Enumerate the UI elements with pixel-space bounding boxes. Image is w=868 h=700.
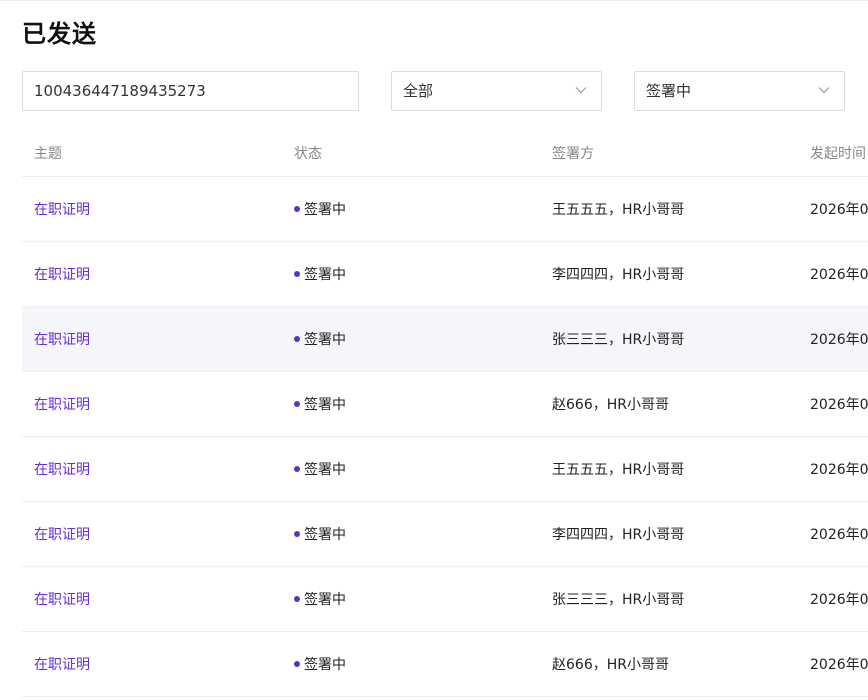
page-title: 已发送	[22, 20, 97, 48]
subject-link[interactable]: 在职证明	[34, 589, 90, 609]
documents-table: 主题 状态 签署方 发起时间 在职证明 签署中 王五五五，HR小哥哥 2026年…	[22, 130, 868, 697]
signer-text: 张三三三，HR小哥哥	[552, 592, 685, 608]
time-text: 2026年05	[810, 462, 868, 478]
table-row[interactable]: 在职证明 签署中 王五五五，HR小哥哥 2026年05	[22, 177, 868, 242]
header-subject: 主题	[34, 146, 62, 162]
status-dot-icon	[294, 401, 300, 407]
type-select-value: 全部	[403, 82, 434, 100]
signer-text: 赵666，HR小哥哥	[552, 657, 669, 673]
subject-link[interactable]: 在职证明	[34, 654, 90, 674]
status-dot-icon	[294, 271, 300, 277]
time-text: 2026年05	[810, 657, 868, 673]
type-select[interactable]: 全部	[391, 71, 602, 111]
subject-link[interactable]: 在职证明	[34, 459, 90, 479]
signer-text: 王五五五，HR小哥哥	[552, 202, 685, 218]
status-dot-icon	[294, 206, 300, 212]
subject-link[interactable]: 在职证明	[34, 199, 90, 219]
search-field[interactable]	[22, 71, 359, 111]
subject-link[interactable]: 在职证明	[34, 524, 90, 544]
status-text: 签署中	[304, 202, 346, 218]
time-text: 2026年05	[810, 267, 868, 283]
header-time: 发起时间	[810, 146, 866, 162]
table-row[interactable]: 在职证明 签署中 张三三三，HR小哥哥 2026年05	[22, 567, 868, 632]
signer-text: 张三三三，HR小哥哥	[552, 332, 685, 348]
table-row[interactable]: 在职证明 签署中 赵666，HR小哥哥 2026年05	[22, 632, 868, 697]
status-dot-icon	[294, 531, 300, 537]
status-text: 签署中	[304, 332, 346, 348]
status-text: 签署中	[304, 657, 346, 673]
status-text: 签署中	[304, 462, 346, 478]
table-row[interactable]: 在职证明 签署中 李四四四，HR小哥哥 2026年05	[22, 502, 868, 567]
time-text: 2026年05	[810, 527, 868, 543]
header-status: 状态	[294, 146, 322, 162]
status-select[interactable]: 签署中	[634, 71, 845, 111]
signer-text: 李四四四，HR小哥哥	[552, 527, 685, 543]
status-text: 签署中	[304, 397, 346, 413]
table-row[interactable]: 在职证明 签署中 张三三三，HR小哥哥 2026年05	[22, 307, 868, 372]
time-text: 2026年05	[810, 332, 868, 348]
status-dot-icon	[294, 466, 300, 472]
status-text: 签署中	[304, 592, 346, 608]
table-header: 主题 状态 签署方 发起时间	[22, 130, 868, 177]
signer-text: 赵666，HR小哥哥	[552, 397, 669, 413]
status-select-value: 签署中	[646, 82, 692, 100]
time-text: 2026年05	[810, 397, 868, 413]
subject-link[interactable]: 在职证明	[34, 329, 90, 349]
status-dot-icon	[294, 596, 300, 602]
time-text: 2026年05	[810, 202, 868, 218]
time-text: 2026年05	[810, 592, 868, 608]
table-row[interactable]: 在职证明 签署中 王五五五，HR小哥哥 2026年05	[22, 437, 868, 502]
status-dot-icon	[294, 336, 300, 342]
signer-text: 王五五五，HR小哥哥	[552, 462, 685, 478]
subject-link[interactable]: 在职证明	[34, 264, 90, 284]
chevron-down-icon	[575, 87, 587, 94]
table-row[interactable]: 在职证明 签署中 李四四四，HR小哥哥 2026年05	[22, 242, 868, 307]
status-text: 签署中	[304, 527, 346, 543]
status-dot-icon	[294, 661, 300, 667]
chevron-down-icon	[818, 87, 830, 94]
table-row[interactable]: 在职证明 签署中 赵666，HR小哥哥 2026年05	[22, 372, 868, 437]
subject-link[interactable]: 在职证明	[34, 394, 90, 414]
signer-text: 李四四四，HR小哥哥	[552, 267, 685, 283]
status-text: 签署中	[304, 267, 346, 283]
header-signer: 签署方	[552, 146, 594, 162]
top-divider	[0, 0, 868, 1]
search-input[interactable]	[34, 73, 344, 109]
